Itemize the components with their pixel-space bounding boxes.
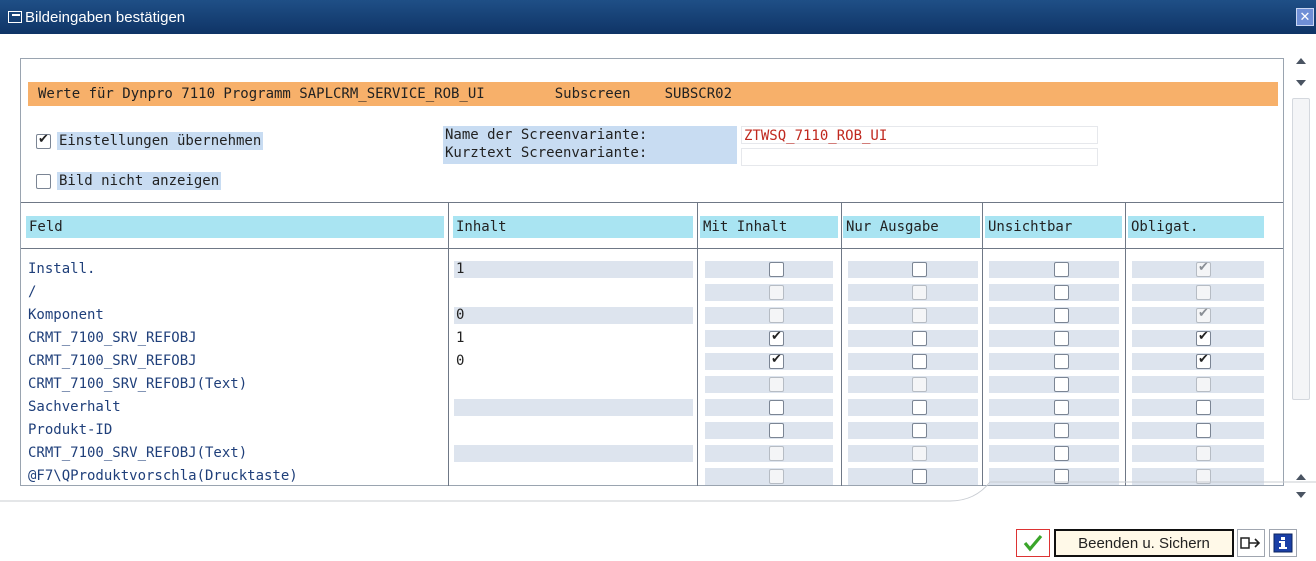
vertical-scrollbar[interactable] <box>1292 98 1310 400</box>
col-header-feld[interactable]: Feld <box>26 216 444 238</box>
obligat-checkbox[interactable] <box>1196 423 1211 438</box>
obligat-checkbox <box>1196 377 1211 392</box>
mit-inhalt-checkbox <box>769 308 784 323</box>
col-divider <box>697 202 698 486</box>
nur-ausgabe-checkbox <box>912 308 927 323</box>
col-header-nur-ausgabe[interactable]: Nur Ausgabe <box>843 216 980 238</box>
subscreen-name: SUBSCR02 <box>664 86 733 102</box>
dialog-content: Werte für Dynpro 7110 Programm SAPLCRM_S… <box>20 58 1284 486</box>
option-nicht-anzeigen[interactable]: Bild nicht anzeigen <box>36 172 222 190</box>
mit-inhalt-checkbox[interactable] <box>769 352 784 369</box>
mit-inhalt-checkbox[interactable] <box>769 400 784 415</box>
inhalt-field-bg <box>454 261 693 278</box>
row-feld-label: CRMT_7100_SRV_REFOBJ <box>28 330 197 346</box>
nur-ausgabe-checkbox[interactable] <box>912 423 927 438</box>
obligat-checkbox <box>1196 260 1211 277</box>
col-header-unsichtbar[interactable]: Unsichtbar <box>985 216 1122 238</box>
variant-kurz-field[interactable] <box>741 148 1098 166</box>
nur-ausgabe-checkbox <box>912 377 927 392</box>
unsichtbar-checkbox[interactable] <box>1054 423 1069 438</box>
inhalt-value: 0 <box>456 307 465 323</box>
scroll-down-icon[interactable] <box>1296 80 1306 86</box>
variant-kurz-label: Kurztext Screenvariante: <box>445 145 648 161</box>
unsichtbar-checkbox[interactable] <box>1054 262 1069 277</box>
inhalt-value: 1 <box>456 330 465 346</box>
col-divider <box>841 202 842 486</box>
variant-name-label: Name der Screenvariante: <box>445 127 648 143</box>
col-header-obligat[interactable]: Obligat. <box>1128 216 1264 238</box>
mit-inhalt-checkbox[interactable] <box>769 262 784 277</box>
confirm-button[interactable] <box>1016 529 1050 557</box>
table-header-border <box>21 248 1283 249</box>
inhalt-field-bg <box>454 399 693 416</box>
inhalt-value: 1 <box>456 261 465 277</box>
transfer-icon <box>1240 537 1261 549</box>
info-icon <box>1273 533 1293 553</box>
uebernehmen-checkbox[interactable] <box>36 132 51 149</box>
info-button[interactable] <box>1269 529 1297 557</box>
mit-inhalt-checkbox <box>769 446 784 461</box>
nur-ausgabe-checkbox[interactable] <box>912 262 927 277</box>
mit-inhalt-checkbox <box>769 377 784 392</box>
row-feld-label: CRMT_7100_SRV_REFOBJ(Text) <box>28 445 248 461</box>
inhalt-field-bg <box>454 445 693 462</box>
mit-inhalt-checkbox[interactable] <box>769 423 784 438</box>
close-button[interactable]: ✕ <box>1296 8 1314 26</box>
save-and-exit-label: Beenden u. Sichern <box>1078 534 1210 552</box>
row-feld-label: / <box>28 284 37 300</box>
obligat-checkbox <box>1196 306 1211 323</box>
scroll-up-icon[interactable] <box>1296 58 1306 64</box>
row-feld-label: Sachverhalt <box>28 399 121 415</box>
window-icon <box>8 11 22 23</box>
obligat-checkbox[interactable] <box>1196 400 1211 415</box>
dynpro-info-text: Werte für Dynpro 7110 Programm SAPLCRM_S… <box>38 86 485 102</box>
col-divider <box>982 202 983 486</box>
row-feld-label: Produkt-ID <box>28 422 113 438</box>
col-header-inhalt[interactable]: Inhalt <box>453 216 693 238</box>
checkmark-icon <box>1023 534 1043 552</box>
unsichtbar-checkbox[interactable] <box>1054 308 1069 323</box>
subscreen-label: Subscreen <box>554 86 631 102</box>
nicht-anzeigen-checkbox[interactable] <box>36 173 51 189</box>
row-feld-label: Komponent <box>28 307 104 323</box>
window-titlebar: Bildeingaben bestätigen ✕ <box>0 0 1316 34</box>
mit-inhalt-checkbox <box>769 285 784 300</box>
option-uebernehmen[interactable]: Einstellungen übernehmen <box>36 132 264 150</box>
row-feld-label: CRMT_7100_SRV_REFOBJ(Text) <box>28 376 248 392</box>
transfer-button[interactable] <box>1237 529 1265 557</box>
table-top-border <box>21 202 1283 203</box>
col-divider <box>448 202 449 486</box>
unsichtbar-checkbox[interactable] <box>1054 331 1069 346</box>
row-feld-label: Install. <box>28 261 96 277</box>
obligat-checkbox <box>1196 446 1211 461</box>
nur-ausgabe-checkbox <box>912 446 927 461</box>
unsichtbar-checkbox[interactable] <box>1054 354 1069 369</box>
nur-ausgabe-checkbox[interactable] <box>912 400 927 415</box>
inhalt-field-bg <box>454 307 693 324</box>
row-feld-label: CRMT_7100_SRV_REFOBJ <box>28 353 197 369</box>
nur-ausgabe-checkbox[interactable] <box>912 354 927 369</box>
save-and-exit-button[interactable]: Beenden u. Sichern <box>1054 529 1234 557</box>
uebernehmen-label: Einstellungen übernehmen <box>57 132 264 150</box>
obligat-checkbox <box>1196 285 1211 300</box>
unsichtbar-checkbox[interactable] <box>1054 400 1069 415</box>
variant-labels: Name der Screenvariante: Kurztext Screen… <box>443 126 737 164</box>
obligat-checkbox[interactable] <box>1196 329 1211 346</box>
nicht-anzeigen-label: Bild nicht anzeigen <box>57 172 222 190</box>
variant-name-field[interactable]: ZTWSQ_7110_ROB_UI <box>741 126 1098 144</box>
nur-ausgabe-checkbox <box>912 285 927 300</box>
mit-inhalt-checkbox[interactable] <box>769 329 784 346</box>
unsichtbar-checkbox[interactable] <box>1054 377 1069 392</box>
col-divider <box>1125 202 1126 486</box>
obligat-checkbox[interactable] <box>1196 352 1211 369</box>
unsichtbar-checkbox[interactable] <box>1054 446 1069 461</box>
col-header-mit-inhalt[interactable]: Mit Inhalt <box>700 216 838 238</box>
unsichtbar-checkbox[interactable] <box>1054 285 1069 300</box>
nur-ausgabe-checkbox[interactable] <box>912 331 927 346</box>
inhalt-value: 0 <box>456 353 465 369</box>
close-icon: ✕ <box>1299 9 1311 25</box>
window-title: Bildeingaben bestätigen <box>25 8 186 26</box>
dynpro-info-bar: Werte für Dynpro 7110 Programm SAPLCRM_S… <box>28 82 1278 106</box>
